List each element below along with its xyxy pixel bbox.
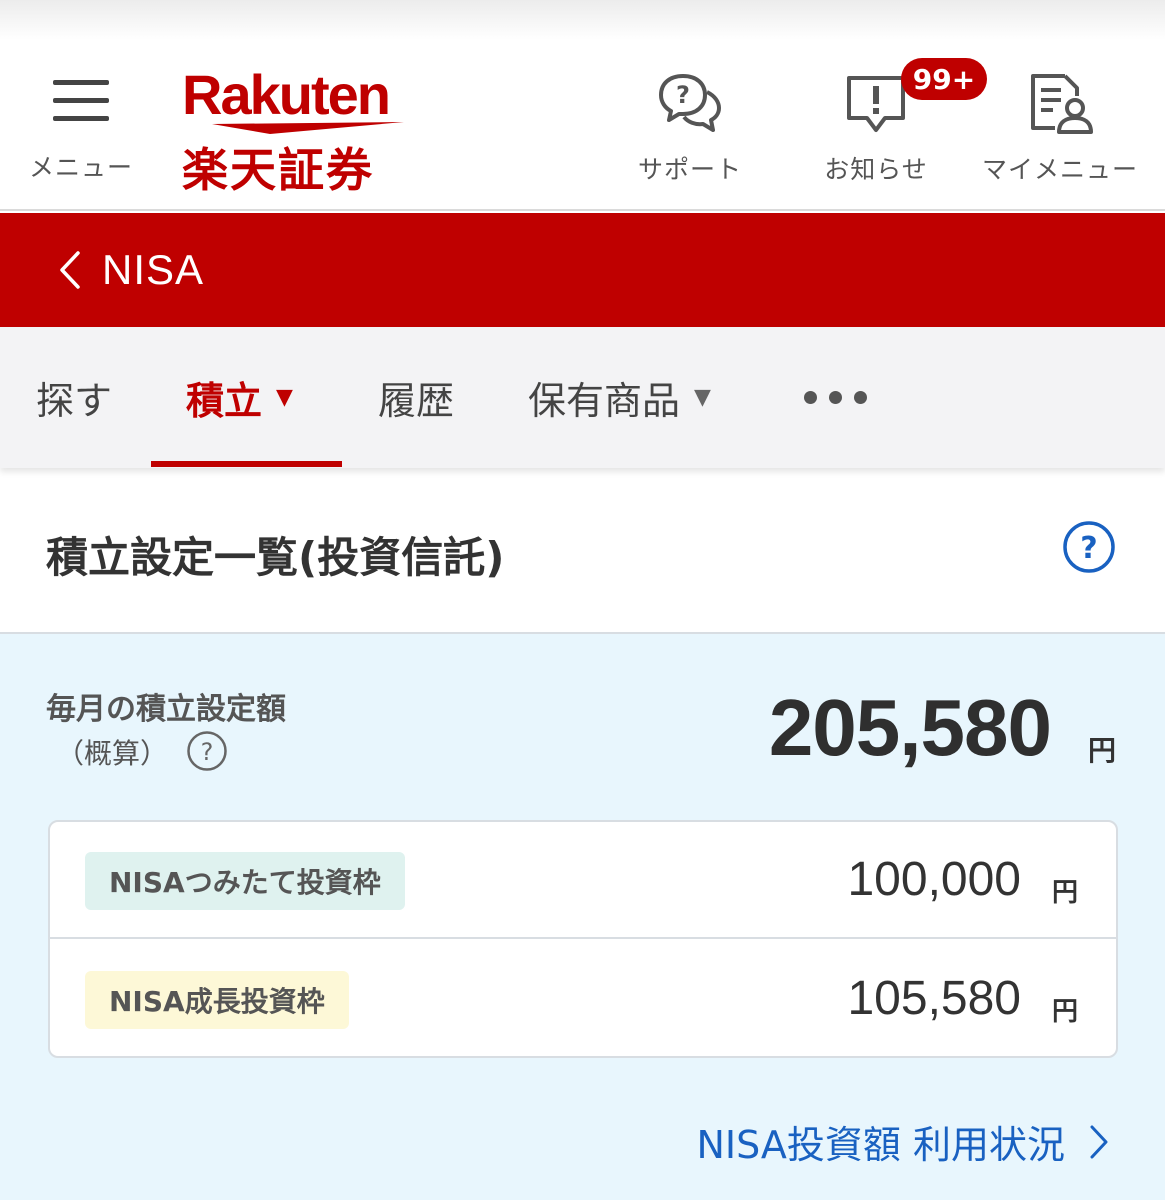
page-nav-bar: NISA — [0, 213, 1165, 327]
notice-alert-icon: 99+ — [841, 58, 987, 136]
caret-down-icon: ▼ — [694, 385, 711, 410]
page-title: 積立設定一覧(投資信託) — [46, 533, 505, 582]
notices-label: お知らせ — [824, 155, 928, 184]
tsumitate-frame-amount: 100,000 — [847, 853, 1021, 906]
help-button[interactable]: ? — [1062, 520, 1116, 574]
user-document-icon — [1025, 70, 1095, 136]
menu-label: メニュー — [28, 153, 133, 182]
tab-tsumitate[interactable]: 積立 ▼ — [186, 327, 293, 468]
chat-help-icon: ? — [655, 70, 725, 136]
tab-tsumitate-label: 積立 — [186, 379, 263, 423]
breakdown-row: NISAつみたて投資枠 100,000 円 — [50, 822, 1116, 939]
rakuten-securities-logo[interactable]: Rakuten 楽天証券 — [180, 62, 408, 197]
monthly-amount-label: 毎月の積立設定額 — [46, 692, 286, 727]
caret-down-icon: ▼ — [276, 385, 293, 410]
tab-search-label: 探す — [36, 379, 113, 423]
tsumitate-frame-badge: NISAつみたて投資枠 — [85, 852, 405, 910]
active-tab-indicator — [151, 461, 342, 467]
nisa-usage-link[interactable]: NISA投資額 利用状況 — [696, 1114, 1109, 1169]
notices-button[interactable]: 99+ お知らせ — [815, 58, 987, 186]
total-amount-unit: 円 — [1088, 734, 1117, 767]
back-button[interactable]: NISA — [58, 246, 204, 294]
monthly-summary-panel: 毎月の積立設定額 （概算） ? 205,580 円 NISAつみたて投資枠 10… — [0, 634, 1165, 1200]
notice-count-badge: 99+ — [901, 58, 987, 100]
logo-jp-text: 楽天証券 — [182, 143, 374, 197]
total-monthly-amount: 205,580 — [768, 683, 1052, 772]
app-header: メニュー Rakuten 楽天証券 ? サポート 99+ お知らせ マイメニュー — [0, 0, 1165, 211]
logo-rakuten-text: Rakuten — [182, 63, 391, 126]
my-menu-button[interactable]: マイメニュー — [976, 70, 1144, 186]
svg-text:?: ? — [676, 81, 690, 109]
tab-bar: 探す 積立 ▼ 履歴 保有商品 ▼ — [0, 327, 1165, 468]
growth-frame-badge: NISA成長投資枠 — [85, 971, 349, 1029]
more-dots-icon — [804, 391, 867, 404]
chevron-right-icon — [1090, 1125, 1108, 1158]
growth-frame-amount: 105,580 — [847, 972, 1021, 1025]
chevron-left-icon — [60, 251, 80, 289]
menu-button[interactable]: メニュー — [20, 76, 142, 184]
amount-unit: 円 — [1052, 997, 1079, 1027]
question-circle-icon: ? — [187, 731, 227, 771]
approx-label: （概算） — [56, 737, 169, 770]
frame-breakdown-card: NISAつみたて投資枠 100,000 円 NISA成長投資枠 105,580 … — [48, 820, 1118, 1058]
svg-text:?: ? — [201, 738, 214, 766]
hamburger-icon — [53, 76, 109, 124]
support-label: サポート — [637, 155, 742, 184]
breakdown-row: NISA成長投資枠 105,580 円 — [50, 941, 1116, 1058]
support-button[interactable]: ? サポート — [630, 70, 750, 186]
question-circle-icon: ? — [1063, 521, 1115, 573]
amount-unit: 円 — [1052, 878, 1079, 908]
tab-search[interactable]: 探す — [36, 327, 112, 468]
more-tabs-button[interactable] — [804, 327, 867, 468]
nisa-usage-link-label: NISA投資額 利用状況 — [696, 1123, 1065, 1167]
tab-holdings-label: 保有商品 — [528, 379, 681, 423]
approx-help-button[interactable]: ? — [186, 730, 228, 772]
my-menu-label: マイメニュー — [981, 155, 1138, 184]
tab-history[interactable]: 履歴 — [378, 327, 454, 468]
page-nav-title: NISA — [102, 246, 205, 293]
tab-history-label: 履歴 — [378, 379, 455, 423]
tab-holdings[interactable]: 保有商品 ▼ — [528, 327, 711, 468]
svg-text:?: ? — [1080, 531, 1097, 566]
